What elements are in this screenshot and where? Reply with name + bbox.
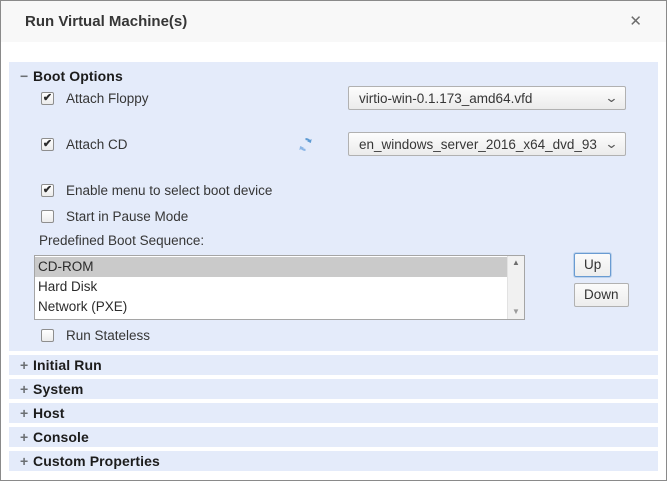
attach-floppy-checkbox[interactable]: ✔	[41, 92, 54, 105]
run-stateless-label: Run Stateless	[66, 328, 150, 343]
boot-options-panel: − Boot Options ✔ Attach Floppy virtio-wi…	[9, 62, 658, 351]
attach-cd-row: ✔ Attach CD en_windows_server_2016_x64_d…	[9, 132, 658, 156]
section-title: Host	[33, 405, 65, 421]
enable-menu-checkbox[interactable]: ✔	[41, 184, 54, 197]
close-icon[interactable]: ✕	[627, 12, 644, 31]
collapse-icon: −	[20, 69, 32, 83]
section-header-custom-properties[interactable]: + Custom Properties	[9, 451, 658, 471]
boot-sequence-items: CD-ROM Hard Disk Network (PXE)	[35, 256, 507, 319]
chevron-down-icon: ⌄	[604, 93, 618, 103]
attach-cd-value: en_windows_server_2016_x64_dvd_93	[359, 137, 600, 152]
section-header-boot-options[interactable]: − Boot Options	[9, 65, 658, 84]
enable-menu-row: ✔ Enable menu to select boot device	[9, 183, 658, 198]
section-header-system[interactable]: + System	[9, 379, 658, 399]
start-pause-row: Start in Pause Mode	[9, 209, 658, 224]
start-pause-checkbox[interactable]	[41, 210, 54, 223]
scroll-down-icon[interactable]: ▼	[512, 308, 520, 316]
scroll-up-icon[interactable]: ▲	[512, 259, 520, 267]
run-stateless-checkbox[interactable]	[41, 329, 54, 342]
section-title: Console	[33, 429, 89, 445]
refresh-icon[interactable]	[298, 137, 313, 152]
list-item[interactable]: Hard Disk	[35, 277, 507, 297]
attach-cd-checkbox[interactable]: ✔	[41, 138, 54, 151]
attach-cd-select[interactable]: en_windows_server_2016_x64_dvd_93 ⌄	[348, 132, 626, 156]
dialog-header: Run Virtual Machine(s) ✕	[1, 1, 666, 42]
expand-icon: +	[20, 382, 32, 396]
down-button[interactable]: Down	[574, 283, 629, 307]
section-title: System	[33, 381, 83, 397]
listbox-scrollbar[interactable]: ▲ ▼	[507, 256, 524, 319]
attach-cd-label: Attach CD	[66, 137, 128, 152]
attach-floppy-select[interactable]: virtio-win-0.1.173_amd64.vfd ⌄	[348, 86, 626, 110]
run-stateless-row: Run Stateless	[9, 328, 658, 343]
start-pause-label: Start in Pause Mode	[66, 209, 188, 224]
list-item[interactable]: Network (PXE)	[35, 297, 507, 317]
chevron-down-icon: ⌄	[604, 139, 618, 149]
run-vm-dialog: Run Virtual Machine(s) ✕ − Boot Options …	[0, 0, 667, 481]
section-title: Initial Run	[33, 357, 102, 373]
attach-floppy-value: virtio-win-0.1.173_amd64.vfd	[359, 91, 600, 106]
section-title: Boot Options	[33, 68, 123, 84]
section-title: Custom Properties	[33, 453, 160, 469]
section-header-initial-run[interactable]: + Initial Run	[9, 355, 658, 375]
enable-menu-label: Enable menu to select boot device	[66, 183, 272, 198]
section-header-host[interactable]: + Host	[9, 403, 658, 423]
expand-icon: +	[20, 454, 32, 468]
section-header-console[interactable]: + Console	[9, 427, 658, 447]
attach-floppy-label: Attach Floppy	[66, 91, 149, 106]
expand-icon: +	[20, 406, 32, 420]
dialog-body: − Boot Options ✔ Attach Floppy virtio-wi…	[1, 42, 666, 471]
updown-buttons: Up Down	[574, 253, 629, 320]
expand-icon: +	[20, 358, 32, 372]
boot-sequence-area: CD-ROM Hard Disk Network (PXE) ▲ ▼ Up Do…	[9, 255, 658, 320]
boot-sequence-label: Predefined Boot Sequence:	[9, 233, 658, 248]
dialog-title: Run Virtual Machine(s)	[25, 13, 627, 30]
list-item[interactable]: CD-ROM	[35, 257, 507, 277]
expand-icon: +	[20, 430, 32, 444]
boot-sequence-listbox[interactable]: CD-ROM Hard Disk Network (PXE) ▲ ▼	[34, 255, 525, 320]
attach-floppy-row: ✔ Attach Floppy virtio-win-0.1.173_amd64…	[9, 86, 658, 110]
up-button[interactable]: Up	[574, 253, 611, 277]
